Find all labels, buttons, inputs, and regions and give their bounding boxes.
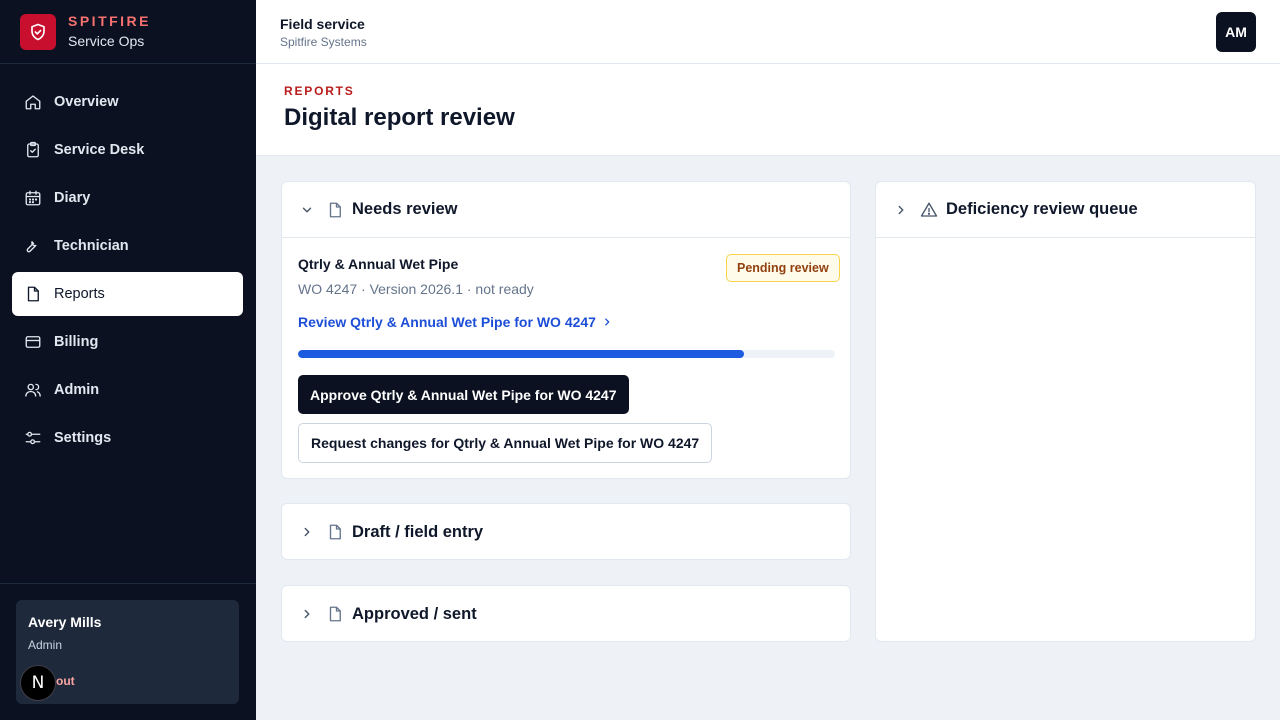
sidebar: SPITFIRE Service Ops Overview Service De…: [0, 0, 256, 720]
page-header: REPORTS Digital report review: [256, 64, 1280, 156]
sidebar-item-label: Billing: [54, 334, 99, 350]
avatar[interactable]: AM: [1216, 12, 1256, 52]
credit-card-icon: [24, 333, 42, 351]
topbar: Field service Spitfire Systems AM: [256, 0, 1280, 64]
needs-review-toggle[interactable]: Needs review: [282, 182, 850, 238]
chevron-down-icon: [300, 203, 314, 217]
draft-toggle[interactable]: Draft / field entry: [282, 504, 850, 560]
brand-name: SPITFIRE: [68, 13, 152, 29]
review-progress-bar: [298, 350, 835, 358]
deficiency-queue-toggle[interactable]: Deficiency review queue: [876, 182, 1255, 238]
sidebar-nav: Overview Service Desk Diary Technician R…: [12, 80, 243, 464]
approve-button[interactable]: Approve Qtrly & Annual Wet Pipe for WO 4…: [298, 375, 629, 414]
calendar-icon: [24, 189, 42, 207]
warning-icon: [920, 201, 938, 219]
file-icon: [326, 523, 344, 541]
sidebar-item-technician[interactable]: Technician: [12, 224, 243, 268]
approved-toggle[interactable]: Approved / sent: [282, 586, 850, 642]
report-title: Qtrly & Annual Wet Pipe: [298, 256, 459, 272]
workspace-subtitle: Spitfire Systems: [280, 35, 367, 49]
sidebar-item-reports[interactable]: Reports: [12, 272, 243, 316]
user-role: Admin: [28, 638, 63, 652]
review-report-link[interactable]: Review Qtrly & Annual Wet Pipe for WO 42…: [298, 314, 612, 330]
panel-title: Draft / field entry: [352, 522, 484, 541]
brand: SPITFIRE Service Ops: [0, 0, 256, 64]
panel-title: Needs review: [352, 200, 458, 218]
sidebar-divider: [0, 583, 256, 584]
deficiency-queue-panel: Deficiency review queue: [875, 181, 1256, 642]
home-icon: [24, 93, 42, 111]
wrench-icon: [24, 237, 42, 255]
dev-overlay-badge[interactable]: N: [20, 665, 56, 701]
review-link-label: Review Qtrly & Annual Wet Pipe for WO 42…: [298, 314, 596, 330]
file-icon: [24, 285, 42, 303]
panel-title: Approved / sent: [352, 604, 477, 623]
sidebar-item-diary[interactable]: Diary: [12, 176, 243, 220]
report-meta: WO 4247 · Version 2026.1 · not ready: [298, 281, 534, 297]
user-name: Avery Mills: [28, 614, 102, 630]
sidebar-item-label: Reports: [54, 286, 105, 302]
file-icon: [326, 605, 344, 623]
shield-icon: [20, 14, 56, 50]
sidebar-item-overview[interactable]: Overview: [12, 80, 243, 124]
request-changes-button[interactable]: Request changes for Qtrly & Annual Wet P…: [298, 423, 713, 463]
approved-panel: Approved / sent: [281, 585, 851, 642]
sidebar-item-label: Service Desk: [54, 142, 145, 158]
clipboard-check-icon: [24, 141, 42, 159]
sidebar-item-label: Diary: [54, 190, 91, 206]
status-badge: Pending review: [726, 254, 840, 282]
file-icon: [326, 201, 344, 219]
sidebar-item-service-desk[interactable]: Service Desk: [12, 128, 243, 172]
sidebar-item-label: Admin: [54, 382, 100, 398]
panel-title: Deficiency review queue: [946, 200, 1138, 218]
sidebar-item-billing[interactable]: Billing: [12, 320, 243, 364]
chevron-right-icon: [602, 317, 612, 327]
chevron-right-icon: [300, 607, 314, 621]
sidebar-item-settings[interactable]: Settings: [12, 416, 243, 460]
chevron-right-icon: [300, 525, 314, 539]
draft-panel: Draft / field entry: [281, 503, 851, 560]
sidebar-item-label: Settings: [54, 430, 112, 446]
needs-review-panel: Needs review Qtrly & Annual Wet Pipe WO …: [281, 181, 851, 479]
sidebar-item-label: Overview: [54, 94, 119, 110]
review-progress-fill: [298, 350, 744, 358]
workspace-title: Field service: [280, 16, 365, 32]
sliders-icon: [24, 429, 42, 447]
sidebar-item-label: Technician: [54, 238, 129, 254]
sidebar-item-admin[interactable]: Admin: [12, 368, 243, 412]
users-icon: [24, 381, 42, 399]
sign-out-button[interactable]: out: [56, 674, 75, 688]
chevron-right-icon: [894, 203, 908, 217]
page-title: Digital report review: [284, 104, 515, 131]
section-eyebrow: REPORTS: [284, 84, 355, 98]
brand-subtitle: Service Ops: [68, 33, 145, 49]
